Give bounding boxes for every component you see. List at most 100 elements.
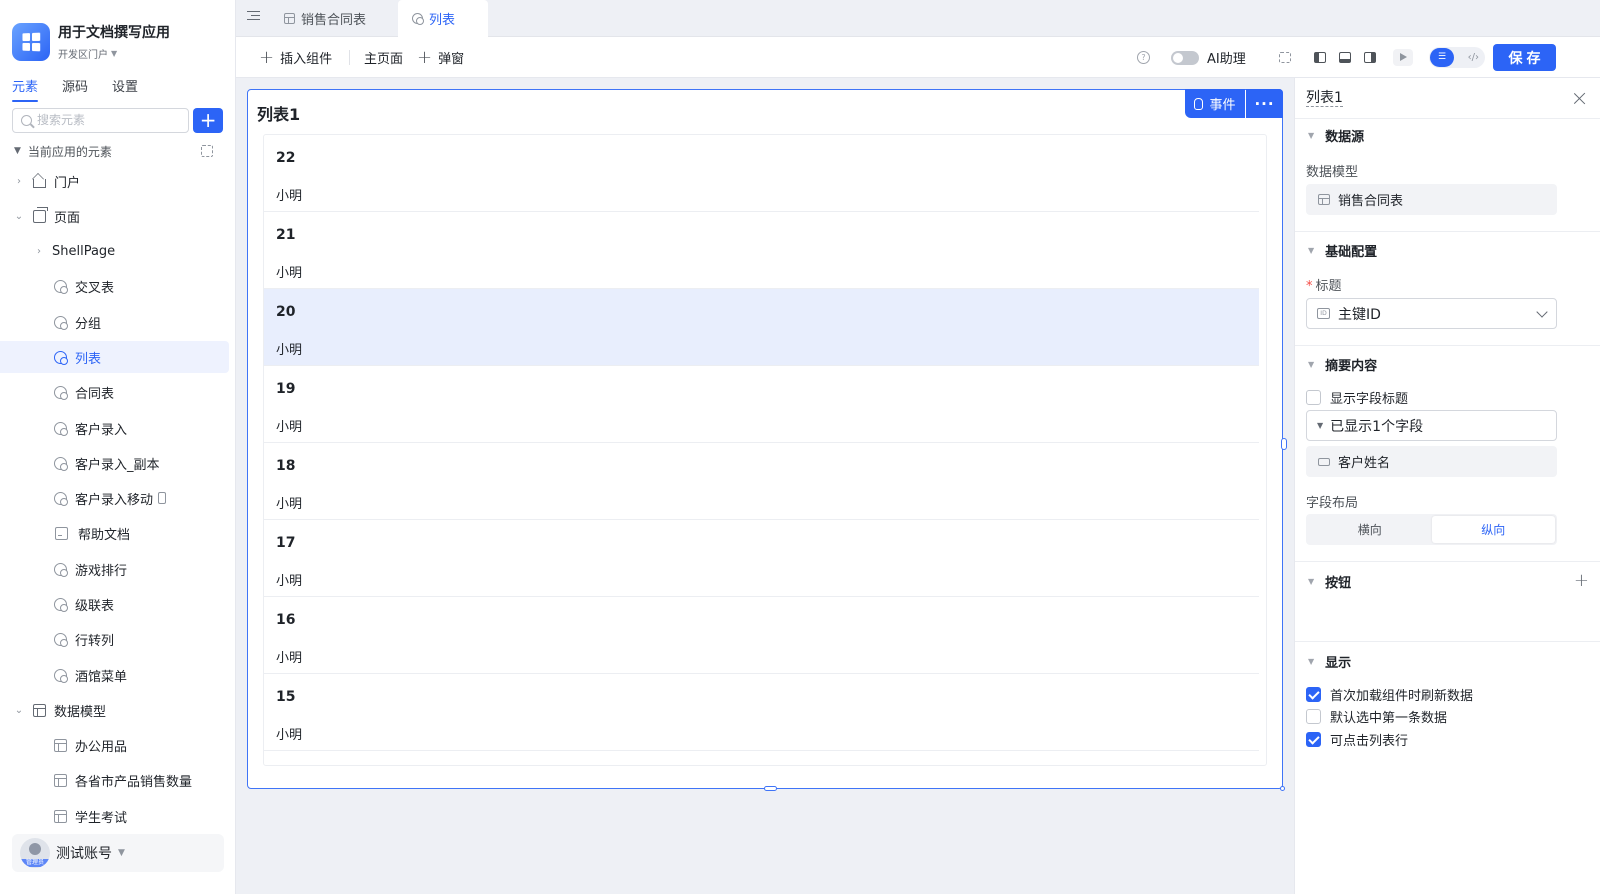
tree-item-page[interactable]: 酒馆菜单 [0,659,229,691]
select-first-row-checkbox[interactable]: 默认选中第一条数据 [1306,707,1447,726]
list-item-highlighted[interactable]: 20 小明 [264,289,1259,366]
preview-play-icon[interactable] [1393,49,1413,66]
tree-item-data-models[interactable]: ⌄ 数据模型 [0,694,229,726]
resize-handle-corner[interactable] [1280,786,1285,791]
tree-item-label: 数据模型 [54,704,107,720]
right-panel-icon[interactable] [1364,52,1376,63]
checkbox[interactable] [1306,390,1321,405]
layout-horizontal-option[interactable]: 横向 [1308,516,1432,543]
shown-fields-dropdown[interactable]: ▼ 已显示1个字段 [1306,410,1557,441]
left-panel-icon[interactable] [1314,52,1326,63]
tree-item-page[interactable]: 帮助文档 [0,517,229,549]
tree-item-page[interactable]: 分组 [0,306,229,338]
tree-item-page[interactable]: 客户录入移动 [0,482,229,514]
tree-tool-icon[interactable] [201,145,213,157]
item-name: 小明 [276,189,303,204]
tree-item-page[interactable]: 客户录入_副本 [0,447,229,479]
code-mode-icon[interactable]: ‹/› [1468,48,1479,67]
section-datasource[interactable]: ▼ 数据源 [1295,125,1600,145]
tree-item-label: ShellPage [52,243,116,259]
tree-item-page[interactable]: 行转列 [0,623,229,655]
current-app-elements-header[interactable]: ▼ 当前应用的元素 [0,139,235,163]
help-icon[interactable]: ? [1137,51,1150,64]
checkbox-checked[interactable] [1306,732,1321,747]
ai-assistant-toggle[interactable] [1171,51,1199,65]
title-field-select[interactable]: ID 主键ID [1306,298,1557,329]
triangle-down-icon: ▼ [1308,359,1315,369]
layout-vertical-option[interactable]: 纵向 [1431,516,1555,543]
pages-icon [33,206,48,223]
portal-selector[interactable]: 开发区门户 ▼ [58,46,170,61]
component-name[interactable]: 列表1 [1306,90,1343,107]
list-item[interactable]: 18 小明 [264,443,1259,520]
list-item[interactable]: 17 小明 [264,520,1259,597]
required-mark: * [1306,279,1313,294]
bottom-panel-icon[interactable] [1339,52,1351,63]
list-item[interactable]: 15 小明 [264,674,1259,751]
section-display[interactable]: ▼ 显示 [1295,651,1600,671]
section-summary[interactable]: ▼ 摘要内容 [1295,354,1600,374]
chevron-down-icon[interactable]: ⌄ [13,211,25,222]
tab-sales-contract[interactable]: 销售合同表 [270,0,380,37]
tree-item-page[interactable]: 级联表 [0,588,229,620]
design-mode-icon[interactable]: ☰ [1430,48,1454,67]
add-button-icon[interactable]: + [1574,572,1589,590]
tab-list[interactable]: 列表 [398,0,488,37]
section-basic-config[interactable]: ▼ 基础配置 [1295,240,1600,260]
tree-item-page[interactable]: 游戏排行 [0,553,229,585]
collapse-sidebar-icon[interactable] [247,10,260,22]
insert-component-button[interactable]: + 插入组件 [259,37,332,78]
tree-item-label: 门户 [54,175,81,191]
tree-item-label: 酒馆菜单 [75,669,128,685]
save-button[interactable]: 保存 [1493,44,1556,71]
tab-elements[interactable]: 元素 [12,76,39,102]
chevron-right-icon[interactable]: › [33,246,45,257]
chevron-right-icon[interactable]: › [13,176,25,187]
more-options-button[interactable]: ··· [1246,89,1283,118]
close-icon[interactable] [1574,92,1586,104]
layout-grid-icon[interactable] [1279,52,1291,63]
list-item[interactable]: 16 小明 [264,597,1259,674]
design-code-switch[interactable]: ☰ ‹/› [1429,47,1485,68]
account-menu[interactable]: 管理员 测试账号 ▼ [12,834,224,872]
summary-field-item[interactable]: 客户姓名 [1306,446,1557,477]
add-element-button[interactable]: + [193,107,223,133]
tree-item-page[interactable]: 客户录入 [0,412,229,444]
document-tab-bar: 销售合同表 列表 [236,0,1600,37]
tree-item-model[interactable]: 各省市产品销售数量 [0,764,229,796]
tree-item-model[interactable]: 办公用品 [0,729,229,761]
tab-source[interactable]: 源码 [62,76,88,100]
tree-item-page[interactable]: 交叉表 [0,270,229,302]
tree-item-shellpage[interactable]: › ShellPage [0,235,229,267]
clickable-rows-checkbox[interactable]: 可点击列表行 [1306,730,1408,749]
tree-item-page-selected[interactable]: 列表 [0,341,229,373]
tree-item-label: 交叉表 [75,280,115,296]
tree-item-label: 游戏排行 [75,563,128,579]
list-item[interactable]: 19 小明 [264,366,1259,443]
popup-button[interactable]: + 弹窗 [417,37,464,78]
resize-handle-right[interactable] [1281,438,1287,450]
tree-item-pages[interactable]: ⌄ 页面 [0,200,229,232]
search-input[interactable] [37,113,177,127]
data-model-field[interactable]: 销售合同表 [1306,184,1557,215]
list-component[interactable]: 列表1 事件 ··· 22 小明 21 小明 20 小明 19 小明 18 小明… [247,89,1287,791]
refresh-on-load-checkbox[interactable]: 首次加载组件时刷新数据 [1306,685,1473,704]
tree-item-portal[interactable]: › 门户 [0,165,229,197]
tree-item-page[interactable]: 合同表 [0,376,229,408]
section-buttons[interactable]: ▼ 按钮 + [1295,571,1600,591]
checkbox-checked[interactable] [1306,687,1321,702]
list-item[interactable]: 21 小明 [264,212,1259,289]
list-item[interactable]: 22 小明 [264,135,1259,212]
show-field-title-checkbox[interactable]: 显示字段标题 [1306,388,1408,407]
chevron-down-icon[interactable]: ⌄ [13,705,25,716]
section-label: 基础配置 [1325,244,1378,260]
tree-item-model[interactable]: 学生考试 [0,800,229,832]
section-label: 摘要内容 [1325,358,1378,374]
checkbox[interactable] [1306,709,1321,724]
text-field-icon [1318,457,1330,466]
tab-settings[interactable]: 设置 [112,76,138,100]
main-page-button[interactable]: 主页面 [364,37,403,78]
resize-handle-bottom[interactable] [764,786,777,791]
events-button[interactable]: 事件 [1185,89,1245,118]
search-row: + [0,105,235,135]
